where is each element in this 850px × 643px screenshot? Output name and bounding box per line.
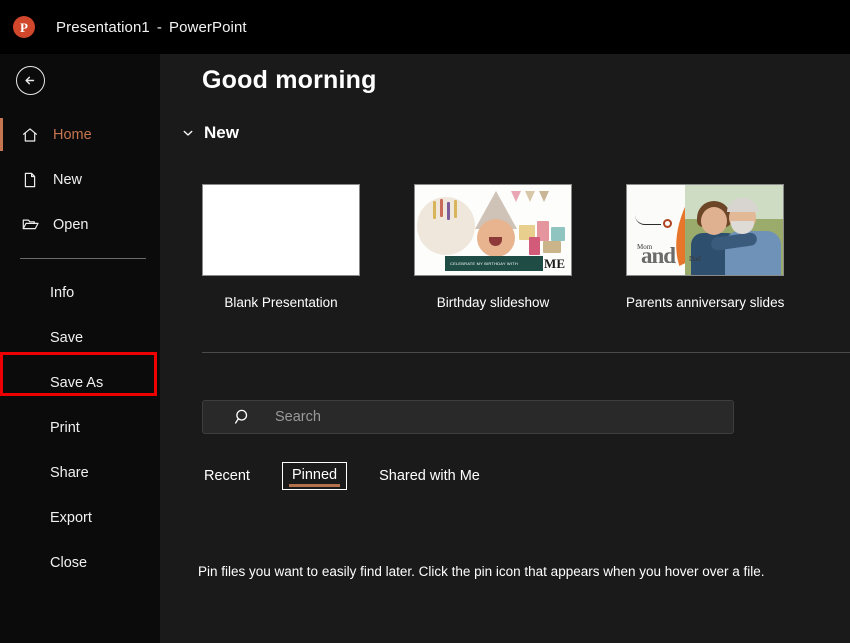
content-divider (202, 352, 850, 353)
search-input[interactable]: Search (202, 400, 734, 434)
candles-group (431, 199, 461, 221)
template-label: Birthday slideshow (436, 295, 550, 310)
sidebar-item-label: Export (50, 509, 92, 526)
woman-face-shape (701, 207, 727, 235)
sidebar-item-share[interactable]: Share (0, 450, 160, 495)
tab-recent[interactable]: Recent (202, 464, 252, 488)
powerpoint-logo-icon: P (13, 16, 35, 38)
parents-word-right: Dad (689, 255, 701, 263)
sidebar-item-label: Save (50, 329, 84, 346)
window-title: Presentation1- PowerPoint (56, 19, 247, 36)
template-card-birthday-slideshow[interactable]: CELEBRATE MY BIRTHDAY WITH ME Birthday s… (414, 184, 572, 310)
sidebar-item-export[interactable]: Export (0, 495, 160, 540)
sidebar-item-print[interactable]: Print (0, 405, 160, 450)
sidebar-item-label: Open (53, 216, 89, 233)
gift-box (543, 241, 561, 253)
search-icon (233, 407, 253, 427)
sidebar-item-label: Share (50, 464, 89, 481)
template-gallery: Blank Presentation CELEBRATE MY BIRTHDAY… (202, 184, 784, 310)
sidebar-item-save[interactable]: Save (0, 315, 160, 360)
parents-artwork: Mom and Dad (627, 185, 783, 275)
birthday-banner-text: CELEBRATE MY BIRTHDAY WITH (450, 261, 518, 266)
template-thumbnail-blank[interactable] (202, 184, 360, 276)
title-separator: - (156, 18, 162, 36)
tab-label: Pinned (291, 467, 338, 483)
sidebar-item-label: Info (50, 284, 75, 301)
tab-shared-with-me[interactable]: Shared with Me (377, 464, 482, 488)
document-name: Presentation1 (56, 18, 150, 36)
template-card-parents-anniversary[interactable]: Mom and Dad Parents anniversary slidesh.… (626, 184, 784, 310)
sidebar-item-label: Save As (50, 374, 104, 391)
new-section-title: New (204, 123, 239, 142)
chevron-down-icon[interactable] (180, 125, 196, 141)
decorative-line (635, 215, 661, 225)
template-card-blank-presentation[interactable]: Blank Presentation (202, 184, 360, 310)
template-label: Parents anniversary slidesh... (626, 295, 784, 310)
sidebar-item-close[interactable]: Close (0, 540, 160, 585)
title-bar: P Presentation1- PowerPoint (0, 0, 850, 54)
empty-state-hint: Pin files you want to easily find later.… (198, 564, 765, 579)
home-icon (20, 125, 40, 145)
tab-label: Recent (204, 468, 250, 484)
sidebar-item-save-as[interactable]: Save As (0, 360, 160, 405)
tab-label: Shared with Me (379, 468, 480, 484)
powerpoint-logo-letter: P (20, 19, 28, 35)
page-title: Good morning (202, 66, 377, 94)
tab-pinned[interactable]: Pinned (281, 462, 348, 490)
sidebar-item-open[interactable]: Open (0, 202, 160, 247)
search-placeholder: Search (275, 409, 321, 425)
birthday-banner-accent: ME (544, 256, 565, 271)
file-list-tabs: Recent Pinned Shared with Me (202, 462, 512, 490)
bunting-flag (525, 191, 535, 202)
ring-shape (663, 219, 672, 228)
powerpoint-backstage-window: P Presentation1- PowerPoint Home New Ope… (0, 0, 850, 643)
sidebar-item-label: Home (53, 126, 92, 143)
sidebar-item-home[interactable]: Home (0, 112, 160, 157)
app-name: PowerPoint (168, 18, 247, 36)
new-section-header[interactable]: New (180, 123, 239, 143)
birthday-artwork: CELEBRATE MY BIRTHDAY WITH ME (415, 185, 571, 275)
sidebar-item-label: Print (50, 419, 80, 436)
template-thumbnail-parents[interactable]: Mom and Dad (626, 184, 784, 276)
gift-box (551, 227, 565, 241)
parents-word-mid: and (641, 243, 676, 268)
new-file-icon (20, 170, 40, 190)
template-thumbnail-birthday[interactable]: CELEBRATE MY BIRTHDAY WITH ME (414, 184, 572, 276)
back-arrow-icon[interactable] (16, 66, 45, 95)
sidebar-item-new[interactable]: New (0, 157, 160, 202)
open-folder-icon (20, 215, 40, 235)
gift-box (529, 237, 540, 255)
sidebar-item-label: Close (50, 554, 88, 571)
sidebar-divider (20, 258, 146, 259)
sidebar-item-info[interactable]: Info (0, 270, 160, 315)
template-label: Blank Presentation (224, 295, 338, 310)
tab-active-underline (288, 484, 341, 487)
backstage-sidebar: Home New Open Info Save Save As Print Sh… (0, 54, 160, 643)
sidebar-item-label: New (53, 171, 83, 188)
bunting-flag (539, 191, 549, 202)
backstage-content: Good morning New Blank Presentation CELE… (160, 54, 850, 643)
birthday-banner: CELEBRATE MY BIRTHDAY WITH (445, 256, 543, 271)
sidebar-nav: Home New Open Info Save Save As Print Sh… (0, 112, 160, 585)
